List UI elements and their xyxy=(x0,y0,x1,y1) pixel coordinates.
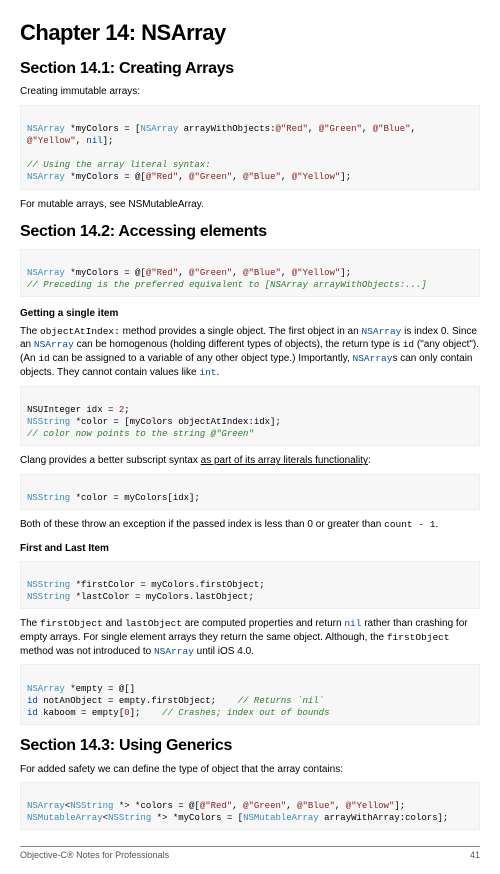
nsarray-link[interactable]: NSArray xyxy=(353,353,393,364)
body-text: Clang provides a better subscript syntax… xyxy=(20,454,480,468)
code-block: NSArray<NSString *> *colors = @[@"Red", … xyxy=(20,782,480,830)
footer-left: Objective-C® Notes for Professionals xyxy=(20,849,169,861)
section-14-1-heading: Section 14.1: Creating Arrays xyxy=(20,58,480,80)
int-link[interactable]: int xyxy=(199,367,216,378)
body-text: For mutable arrays, see NSMutableArray. xyxy=(20,198,480,212)
section-14-3-heading: Section 14.3: Using Generics xyxy=(20,735,480,757)
nil-link[interactable]: nil xyxy=(344,618,361,629)
subheading-single-item: Getting a single item xyxy=(20,307,480,321)
body-text: Both of these throw an exception if the … xyxy=(20,518,480,532)
body-text: The objectAtIndex: method provides a sin… xyxy=(20,325,480,380)
nsarray-link[interactable]: NSArray xyxy=(361,326,401,337)
nsarray-link[interactable]: NSArray xyxy=(34,339,74,350)
code-block: NSArray *myColors = [NSArray arrayWithOb… xyxy=(20,105,480,190)
code-block: NSString *firstColor = myColors.firstObj… xyxy=(20,561,480,609)
code-block: NSArray *myColors = @[@"Red", @"Green", … xyxy=(20,249,480,297)
code-block: NSUInteger idx = 2; NSString *color = [m… xyxy=(20,386,480,447)
code-block: NSString *color = myColors[idx]; xyxy=(20,474,480,510)
code-block: NSArray *empty = @[] id notAnObject = em… xyxy=(20,664,480,725)
page-footer: Objective-C® Notes for Professionals 41 xyxy=(20,846,480,861)
body-text: For added safety we can define the type … xyxy=(20,763,480,777)
body-text: The firstObject and lastObject are compu… xyxy=(20,617,480,658)
nsarray-link[interactable]: NSArray xyxy=(154,646,194,657)
page-number: 41 xyxy=(470,849,480,861)
subheading-first-last: First and Last Item xyxy=(20,542,480,556)
chapter-title: Chapter 14: NSArray xyxy=(20,18,480,48)
body-text: Creating immutable arrays: xyxy=(20,85,480,99)
section-14-2-heading: Section 14.2: Accessing elements xyxy=(20,221,480,243)
